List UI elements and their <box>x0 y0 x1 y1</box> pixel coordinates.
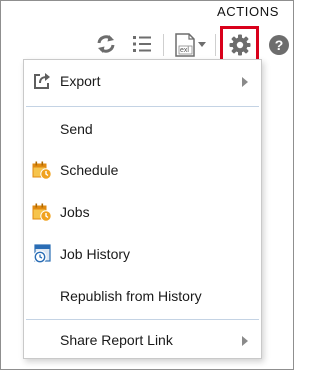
refresh-icon[interactable] <box>95 34 117 54</box>
schedule-icon <box>32 161 52 180</box>
help-glyph: ? <box>274 37 284 53</box>
export-file-icon[interactable] <box>172 32 208 58</box>
menu-item-label: Share Report Link <box>60 332 173 348</box>
menu-item-jobs[interactable]: Jobs <box>24 194 261 232</box>
menu-item-share-report-link[interactable]: Share Report Link <box>24 322 261 360</box>
menu-item-label: Send <box>60 121 93 137</box>
export-icon <box>34 73 50 89</box>
actions-menu: Export Send Schedule Jobs Job History Re… <box>23 59 262 359</box>
menu-item-republish-from-history[interactable]: Republish from History <box>24 278 261 316</box>
job-history-icon <box>33 244 51 264</box>
submenu-arrow-icon <box>242 77 248 87</box>
menu-item-export[interactable]: Export <box>24 63 261 101</box>
menu-item-label: Export <box>60 73 101 89</box>
menu-item-label: Republish from History <box>60 288 202 304</box>
menu-item-label: Jobs <box>60 204 90 220</box>
menu-item-label: Job History <box>60 246 131 262</box>
menu-item-send[interactable]: Send <box>24 111 261 149</box>
toolbar-separator <box>215 34 216 56</box>
chevron-down-icon <box>198 42 206 47</box>
screenshot-frame: ACTIONS exl ? Export Send Schedule Jobs … <box>0 0 294 370</box>
list-icon[interactable] <box>132 35 152 53</box>
jobs-icon <box>32 203 52 222</box>
submenu-arrow-icon <box>242 336 248 346</box>
menu-divider <box>26 319 259 320</box>
help-icon[interactable]: ? <box>269 35 289 55</box>
menu-item-job-history[interactable]: Job History <box>24 236 261 274</box>
menu-item-schedule[interactable]: Schedule <box>24 152 261 190</box>
menu-divider <box>26 106 259 107</box>
toolbar-separator <box>163 34 164 56</box>
toolbar: exl ? <box>1 1 293 63</box>
actions-highlight-box <box>220 26 259 63</box>
export-file-badge: exl <box>180 47 189 54</box>
menu-item-label: Schedule <box>60 162 119 178</box>
